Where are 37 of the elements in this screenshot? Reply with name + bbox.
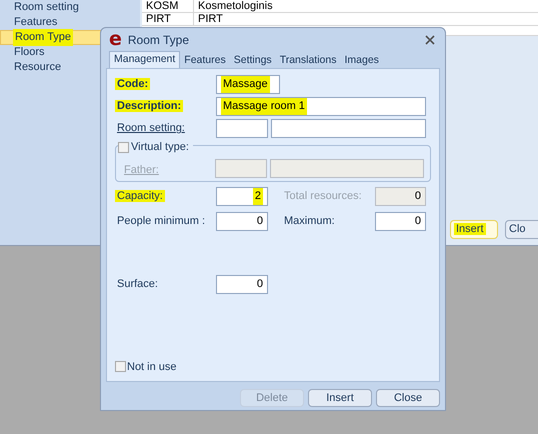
table-cell: KOSM (142, 0, 194, 12)
close-icon[interactable] (425, 34, 435, 44)
tab[interactable]: Management (109, 51, 180, 68)
field-label: People minimum : (116, 215, 206, 228)
input-field[interactable]: 0 (216, 275, 268, 294)
input-field[interactable]: Massage (216, 75, 280, 94)
checkbox[interactable] (118, 142, 129, 153)
tab[interactable]: Images (340, 53, 383, 68)
field-label: Maximum: (283, 215, 336, 228)
app-button[interactable]: Clo (505, 220, 538, 239)
field-label: Description: (115, 100, 184, 112)
field-label: Capacity: (115, 190, 165, 202)
input-field[interactable] (270, 159, 424, 178)
input-field[interactable] (216, 119, 268, 138)
input-field[interactable]: 0 (216, 212, 268, 231)
table-cell-text: PIRT (197, 13, 223, 25)
table-cell-text: Kosmetologinis (197, 0, 273, 12)
field-label: Surface: (116, 278, 159, 290)
tab[interactable]: Translations (276, 53, 340, 68)
app-button[interactable]: Insert (450, 220, 498, 239)
input-field[interactable]: 0 (375, 212, 426, 231)
field-label: Code: (115, 78, 150, 90)
field-label[interactable]: Room setting: (115, 122, 187, 134)
sidebar-item[interactable]: Room setting (0, 0, 140, 15)
tab[interactable]: Features (180, 53, 230, 68)
input-field[interactable] (271, 119, 426, 138)
checkbox[interactable] (115, 361, 126, 372)
input-field[interactable]: 2 (216, 187, 268, 206)
dialog-button[interactable]: Insert (308, 389, 372, 407)
tab[interactable]: Settings (230, 53, 276, 68)
checkbox-label: Virtual type: (131, 140, 189, 155)
dialog-button[interactable]: Close (376, 389, 440, 407)
checkbox-label: Not in use (127, 360, 177, 374)
table-cell: PIRT (142, 13, 194, 25)
sidebar-item[interactable]: Features (0, 15, 140, 30)
field-label: Total resources: (283, 190, 363, 202)
input-field[interactable]: Massage room 1 (216, 97, 426, 116)
